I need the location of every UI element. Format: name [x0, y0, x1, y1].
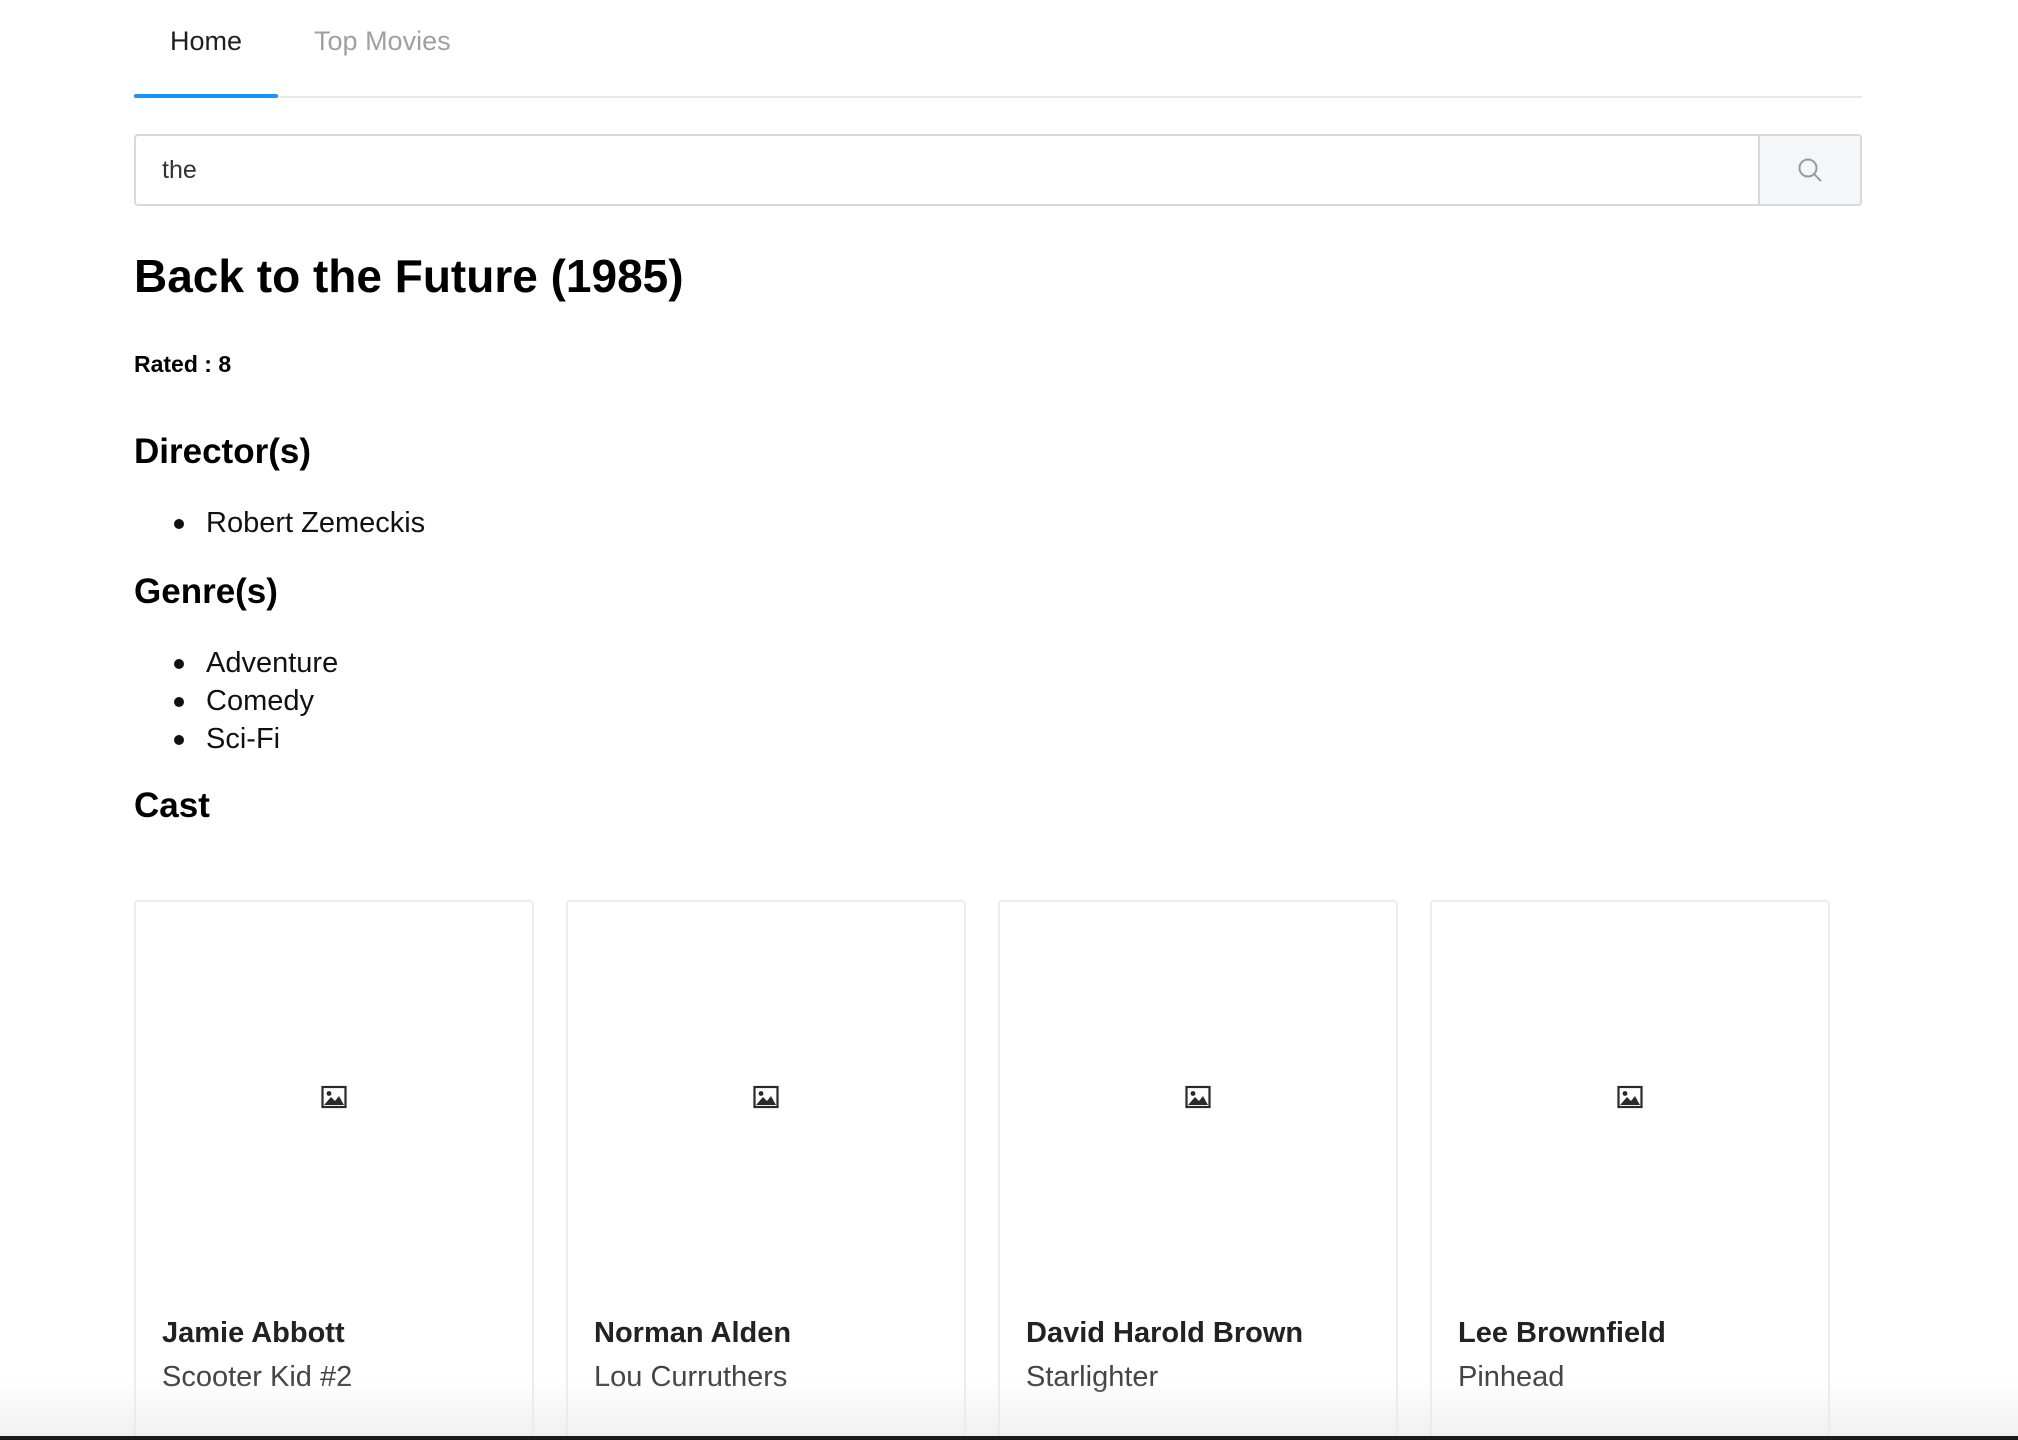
movie-rating: Rated : 8 [134, 351, 232, 377]
cast-card[interactable]: Jamie Abbott Scooter Kid #2 [134, 900, 534, 1440]
cast-grid: Jamie Abbott Scooter Kid #2 Norman Alden… [134, 900, 1862, 1440]
image-placeholder-icon [321, 1085, 347, 1109]
list-item: Robert Zemeckis [174, 504, 1862, 542]
directors-heading: Director(s) [134, 432, 311, 471]
cast-photo [568, 902, 964, 1292]
tab-top-movies-label: Top Movies [314, 25, 451, 56]
search-button[interactable] [1758, 134, 1862, 206]
genres-list: Adventure Comedy Sci-Fi [134, 644, 1862, 758]
tab-top-movies[interactable]: Top Movies [278, 0, 487, 96]
tab-home-label: Home [170, 25, 243, 56]
tab-home[interactable]: Home [134, 0, 279, 98]
cast-character-name: Lou Curruthers [594, 1361, 788, 1393]
cast-actor-name: David Harold Brown [1026, 1317, 1304, 1349]
cast-actor-name: Lee Brownfield [1458, 1317, 1666, 1349]
image-placeholder-icon [753, 1085, 779, 1109]
search-bar [134, 134, 1862, 206]
search-icon [1798, 158, 1822, 182]
directors-list: Robert Zemeckis [134, 504, 1862, 542]
cast-photo [1000, 902, 1396, 1292]
list-item: Adventure [174, 644, 1862, 682]
cast-character-name: Starlighter [1026, 1361, 1159, 1393]
cast-card[interactable]: Lee Brownfield Pinhead [1430, 900, 1830, 1440]
cast-photo [1432, 902, 1828, 1292]
page-title: Back to the Future (1985) [134, 250, 684, 302]
nav-tabs: Home Top Movies [134, 0, 1862, 98]
cast-character-name: Pinhead [1458, 1361, 1565, 1393]
cast-photo [136, 902, 532, 1292]
search-input[interactable] [134, 134, 1758, 206]
list-item: Sci-Fi [174, 720, 1862, 758]
image-placeholder-icon [1185, 1085, 1211, 1109]
cast-heading: Cast [134, 786, 210, 825]
page: Home Top Movies Back to the Future (1985… [0, 0, 2018, 1440]
list-item: Comedy [174, 682, 1862, 720]
main-content: Home Top Movies Back to the Future (1985… [134, 0, 1862, 1440]
cast-card[interactable]: David Harold Brown Starlighter [998, 900, 1398, 1440]
cast-card[interactable]: Norman Alden Lou Curruthers [566, 900, 966, 1440]
genres-heading: Genre(s) [134, 572, 278, 611]
cast-character-name: Scooter Kid #2 [162, 1361, 353, 1393]
cast-actor-name: Jamie Abbott [162, 1317, 345, 1349]
cast-actor-name: Norman Alden [594, 1317, 792, 1349]
image-placeholder-icon [1617, 1085, 1643, 1109]
